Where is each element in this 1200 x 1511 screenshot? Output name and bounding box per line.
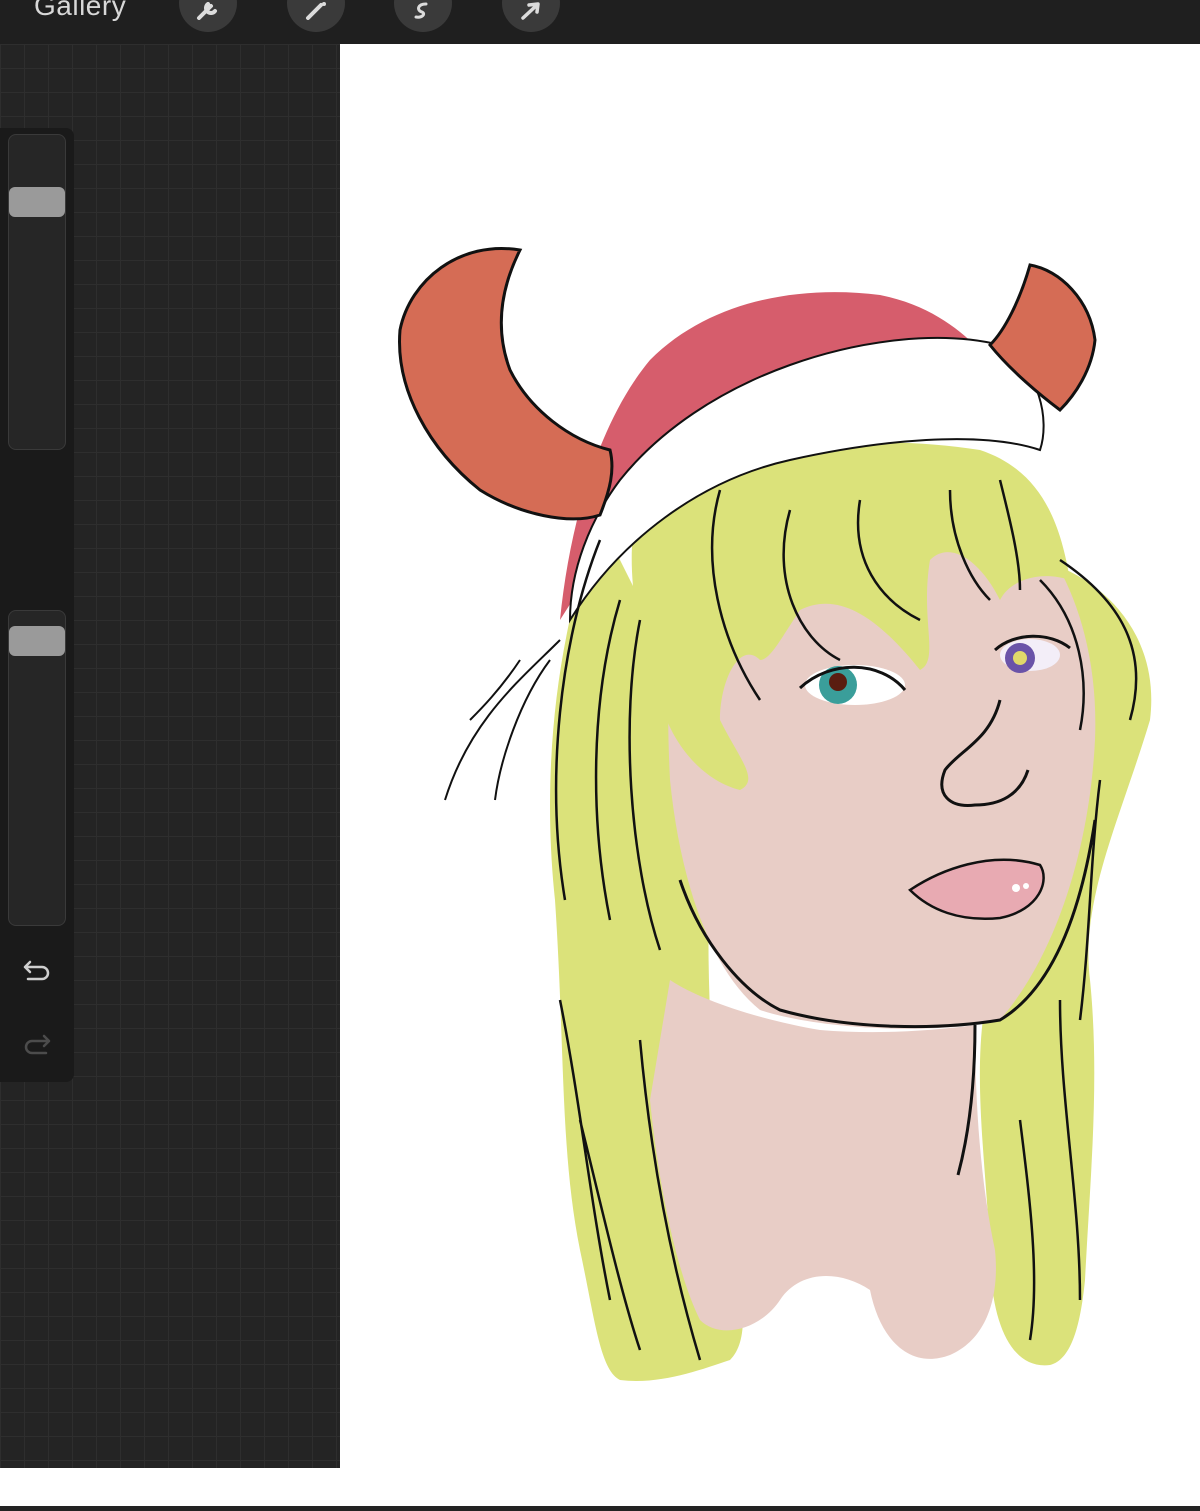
artwork — [398, 247, 1152, 1381]
lip-highlight — [1012, 884, 1020, 892]
gallery-button[interactable]: Gallery — [34, 0, 126, 22]
brush-sidebar — [0, 128, 74, 1082]
wrench-icon — [197, 2, 217, 20]
transform-button[interactable] — [502, 0, 560, 32]
opacity-slider[interactable] — [8, 610, 66, 926]
actions-button[interactable] — [179, 0, 237, 32]
stray-hair — [444, 639, 561, 801]
bottom-strip — [0, 1468, 340, 1506]
opacity-slider-thumb[interactable] — [9, 626, 65, 657]
left-horn — [398, 247, 614, 521]
adjustments-button[interactable] — [287, 0, 345, 32]
neck — [650, 980, 996, 1359]
brush-size-slider-thumb[interactable] — [9, 186, 65, 217]
top-toolbar: Gallery — [0, 0, 1200, 44]
transform-arrow-icon — [521, 2, 540, 20]
redo-icon[interactable] — [20, 1028, 54, 1062]
selection-button[interactable] — [394, 0, 452, 32]
right-eye-pupil — [1013, 651, 1027, 665]
magic-wand-icon — [306, 2, 326, 20]
undo-icon[interactable] — [20, 954, 54, 988]
lip-highlight-2 — [1023, 883, 1029, 889]
brush-size-slider[interactable] — [8, 134, 66, 450]
drawing-canvas[interactable] — [340, 44, 1200, 1506]
left-eye-pupil — [829, 673, 847, 691]
selection-icon — [414, 2, 428, 19]
